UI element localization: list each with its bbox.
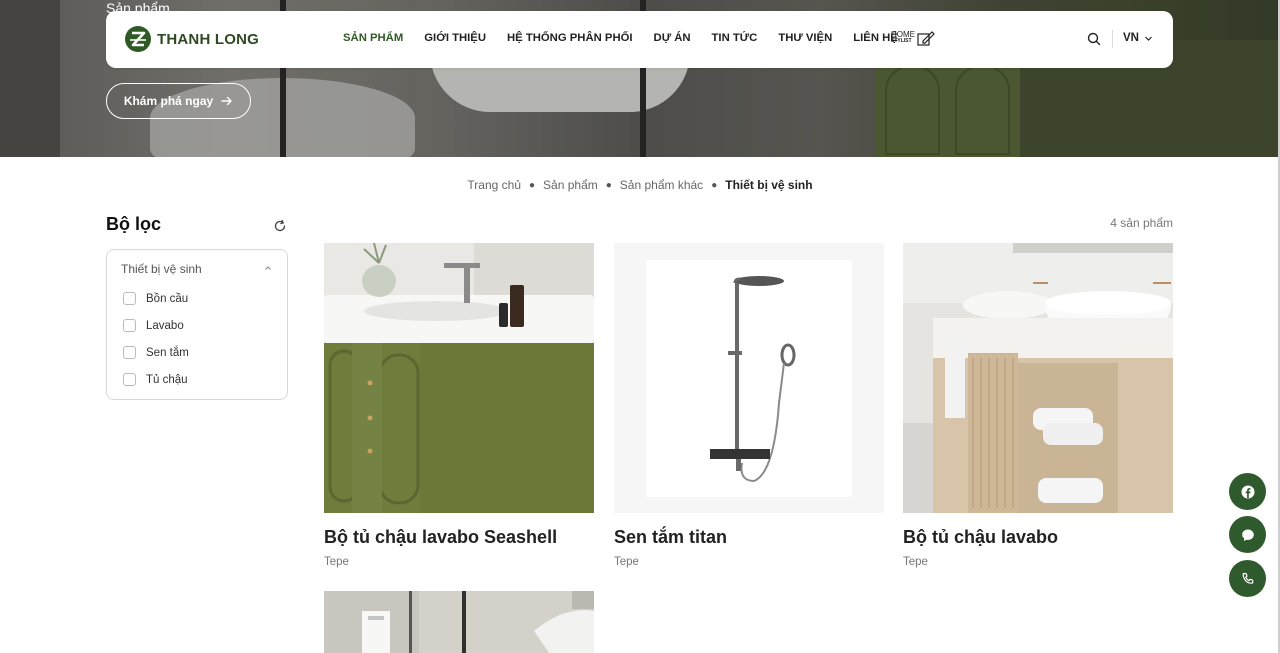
filter-option-bon-cau[interactable]: Bồn cầu	[123, 292, 188, 305]
product-card[interactable]: Bộ tủ chậu lavabo Seashell Tepe	[324, 243, 594, 568]
product-brand: Tepe	[324, 556, 349, 568]
menu-item-he-thong-phan-phoi[interactable]: HỆ THỐNG PHÂN PHỐI	[507, 32, 633, 44]
home-stylist-top: HOME	[891, 30, 915, 39]
menu-item-thu-vien[interactable]: THƯ VIỆN	[778, 32, 832, 44]
checkbox[interactable]	[123, 292, 136, 305]
product-card[interactable]: Bộ tủ chậu lavabo Tepe	[903, 243, 1173, 568]
top-navbar: THANH LONG SẢN PHẨM GIỚI THIỆU HỆ THỐNG …	[106, 11, 1173, 68]
facebook-icon	[1241, 485, 1254, 498]
messenger-button[interactable]	[1229, 516, 1266, 553]
filter-option-sen-tam[interactable]: Sen tắm	[123, 346, 189, 359]
phone-button[interactable]	[1229, 560, 1266, 597]
filter-option-lavabo[interactable]: Lavabo	[123, 319, 184, 332]
product-count: 4 sản phẩm	[1110, 216, 1173, 230]
menu-item-gioi-thieu[interactable]: GIỚI THIỆU	[424, 32, 486, 44]
refresh-icon[interactable]	[273, 219, 287, 233]
breadcrumb-separator: ●	[529, 179, 536, 191]
product-image[interactable]	[324, 243, 594, 513]
nav-divider	[1112, 30, 1113, 48]
product-name[interactable]: Sen tắm titan	[614, 527, 727, 548]
language-label: VN	[1123, 32, 1139, 44]
breadcrumb-separator: ●	[711, 179, 718, 191]
filter-option-label: Sen tắm	[146, 346, 189, 359]
product-brand: Tepe	[614, 556, 639, 568]
chevron-down-icon	[1145, 36, 1152, 41]
breadcrumb: Trang chủ ● Sản phẩm ● Sản phẩm khác ● T…	[0, 178, 1280, 192]
product-image[interactable]	[614, 243, 884, 513]
product-image[interactable]	[324, 591, 594, 653]
main-menu: SẢN PHẨM GIỚI THIỆU HỆ THỐNG PHÂN PHỐI D…	[343, 32, 919, 44]
filter-option-label: Tủ chậu	[146, 373, 188, 386]
logo-mark-icon	[125, 26, 151, 52]
search-icon[interactable]	[1086, 31, 1102, 47]
product-card[interactable]	[324, 591, 594, 653]
language-selector[interactable]: VN	[1123, 32, 1153, 44]
pencil-square-icon	[917, 31, 935, 46]
home-stylist-link[interactable]: HOME STYLIST	[891, 30, 935, 46]
facebook-button[interactable]	[1229, 473, 1266, 510]
product-card[interactable]: Sen tắm titan Tepe	[614, 243, 884, 568]
checkbox[interactable]	[123, 319, 136, 332]
phone-icon	[1241, 572, 1253, 584]
filter-title: Bộ lọc	[106, 214, 162, 234]
product-image[interactable]	[903, 243, 1173, 513]
logo-text: THANH LONG	[157, 30, 259, 48]
breadcrumb-current: Thiết bị vệ sinh	[725, 178, 813, 192]
breadcrumb-separator: ●	[605, 179, 612, 191]
breadcrumb-home[interactable]: Trang chủ	[467, 178, 521, 192]
breadcrumb-other-products[interactable]: Sản phẩm khác	[620, 178, 703, 192]
chat-bubble-icon	[1241, 529, 1254, 541]
explore-button-label: Khám phá ngay	[123, 94, 214, 108]
filter-option-tu-chau[interactable]: Tủ chậu	[123, 373, 188, 386]
menu-item-du-an[interactable]: DỰ ÁN	[654, 32, 691, 44]
product-name[interactable]: Bộ tủ chậu lavabo	[903, 527, 1058, 548]
menu-item-san-pham[interactable]: SẢN PHẨM	[343, 32, 403, 44]
logo[interactable]: THANH LONG	[124, 25, 259, 53]
checkbox[interactable]	[123, 346, 136, 359]
chevron-up-icon[interactable]	[263, 263, 273, 273]
home-stylist-bottom: STYLIST	[891, 38, 912, 44]
filter-option-label: Bồn cầu	[146, 292, 189, 305]
filter-category-header[interactable]: Thiết bị vệ sinh	[121, 262, 202, 276]
arrow-right-icon	[221, 96, 232, 106]
product-name[interactable]: Bộ tủ chậu lavabo Seashell	[324, 527, 557, 548]
checkbox[interactable]	[123, 373, 136, 386]
product-brand: Tepe	[903, 556, 928, 568]
explore-button[interactable]: Khám phá ngay	[106, 83, 251, 119]
breadcrumb-products[interactable]: Sản phẩm	[543, 178, 598, 192]
filter-option-label: Lavabo	[146, 319, 184, 332]
menu-item-tin-tuc[interactable]: TIN TỨC	[712, 32, 758, 44]
filter-panel: Thiết bị vệ sinh Bồn cầu Lavabo Sen tắm …	[106, 249, 288, 400]
